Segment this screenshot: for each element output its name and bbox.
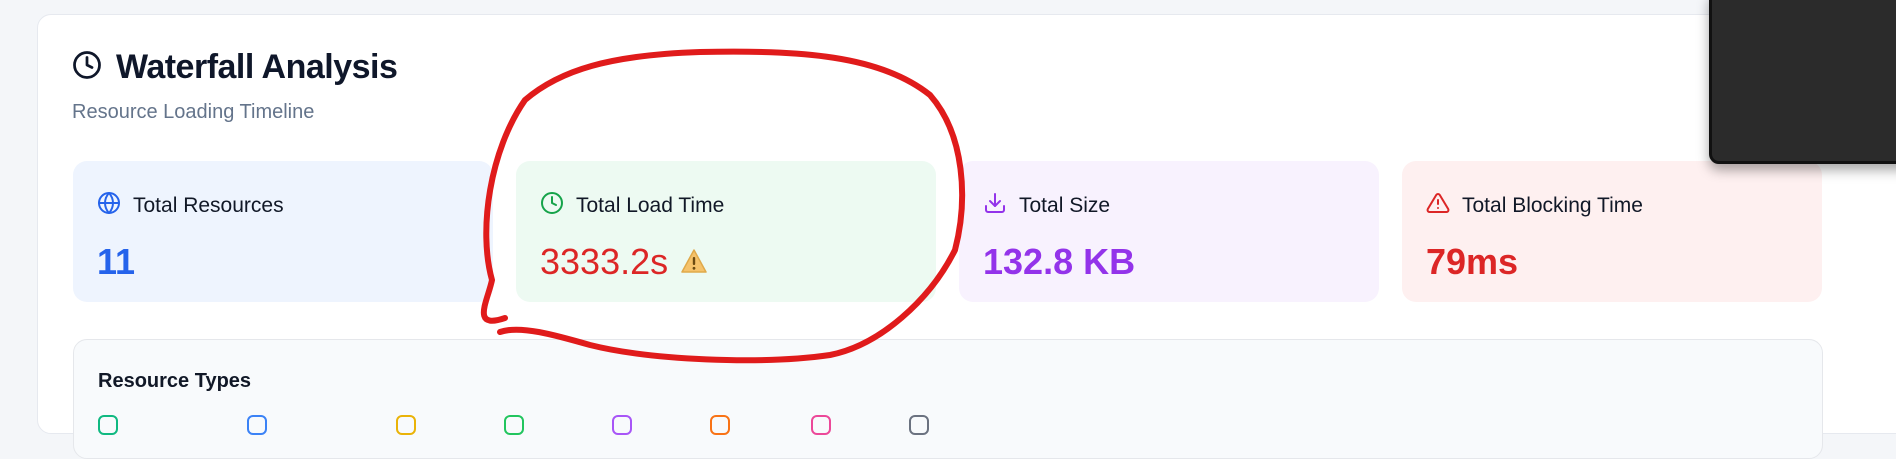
total-size-card: Total Size 132.8 KB	[959, 161, 1379, 302]
card-value: 3333.2s	[540, 241, 669, 282]
card-value: 79ms	[1426, 241, 1519, 282]
legend-swatch-2[interactable]	[396, 415, 416, 435]
legend-swatch-7[interactable]	[909, 415, 929, 435]
card-value: 132.8 KB	[983, 241, 1136, 282]
globe-icon	[97, 191, 121, 221]
resource-types-section: Resource Types	[73, 339, 1823, 459]
legend-swatch-4[interactable]	[612, 415, 632, 435]
card-label: Total Load Time	[576, 194, 725, 217]
alert-triangle-icon	[1426, 191, 1450, 221]
total-blocking-time-card: Total Blocking Time 79ms	[1402, 161, 1822, 302]
resource-types-label: Resource Types	[98, 370, 252, 392]
download-icon	[983, 191, 1007, 221]
card-value: 11	[97, 241, 136, 282]
legend-swatch-3[interactable]	[504, 415, 524, 435]
page-subtitle: Resource Loading Timeline	[72, 101, 315, 123]
card-label: Total Size	[1019, 194, 1111, 217]
card-label: Total Resources	[133, 194, 284, 217]
header: Waterfall Analysis Resource Loading Time…	[72, 48, 398, 124]
card-label: Total Blocking Time	[1462, 194, 1643, 217]
overlay-window	[1709, 0, 1896, 164]
legend-swatch-1[interactable]	[247, 415, 267, 435]
legend-swatch-6[interactable]	[811, 415, 831, 435]
warning-icon	[680, 241, 708, 283]
clock-icon	[72, 50, 102, 85]
clock-icon	[540, 191, 564, 221]
total-load-time-card: Total Load Time 3333.2s	[516, 161, 936, 302]
legend-swatch-5[interactable]	[710, 415, 730, 435]
page-title: Waterfall Analysis	[116, 48, 398, 86]
total-resources-card: Total Resources 11	[73, 161, 493, 302]
legend-swatch-0[interactable]	[98, 415, 118, 435]
